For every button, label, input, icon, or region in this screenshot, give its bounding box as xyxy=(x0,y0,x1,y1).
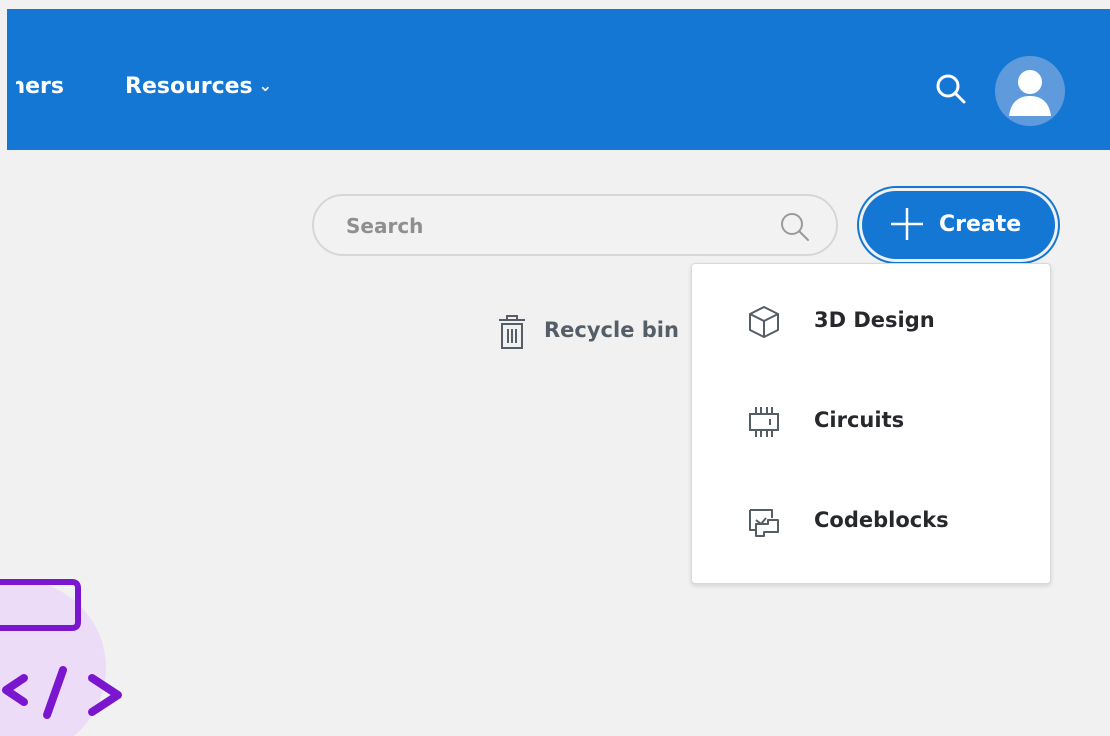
menu-item-label: Circuits xyxy=(814,408,905,432)
cube-icon xyxy=(749,306,779,338)
trash-icon xyxy=(499,315,525,349)
user-avatar[interactable] xyxy=(995,56,1065,126)
recycle-bin-link[interactable]: Recycle bin xyxy=(496,312,686,352)
circuit-chip-icon xyxy=(749,407,779,437)
code-brackets-icon xyxy=(0,579,122,736)
create-label: Create xyxy=(939,212,1022,237)
chevron-down-icon: ⌄ xyxy=(258,76,273,95)
menu-item-codeblocks[interactable]: Codeblocks xyxy=(692,482,1050,562)
top-nav-bar: Partners Resources ⌄ xyxy=(7,9,1110,150)
nav-resources-menu[interactable]: Resources ⌄ xyxy=(125,74,272,99)
menu-item-circuits[interactable]: Circuits xyxy=(692,382,1050,462)
menu-item-3d-design[interactable]: 3D Design xyxy=(692,282,1050,362)
menu-item-label: Codeblocks xyxy=(814,508,949,532)
codeblocks-icon xyxy=(749,509,779,537)
search-icon[interactable] xyxy=(932,70,972,110)
plus-icon xyxy=(891,208,923,240)
user-icon xyxy=(1009,70,1051,116)
create-button[interactable]: Create xyxy=(862,191,1055,259)
search-input[interactable] xyxy=(344,207,758,245)
nav-resources-label: Resources xyxy=(125,74,253,99)
nav-partners-link[interactable]: Partners xyxy=(16,74,64,99)
menu-item-label: 3D Design xyxy=(814,308,935,332)
create-dropdown-menu: 3D Design Circuits Codeblocks xyxy=(691,263,1051,584)
codeblocks-illustration xyxy=(0,550,160,736)
search-icon[interactable] xyxy=(776,208,814,246)
search-box xyxy=(312,194,838,256)
recycle-bin-label: Recycle bin xyxy=(544,318,679,342)
